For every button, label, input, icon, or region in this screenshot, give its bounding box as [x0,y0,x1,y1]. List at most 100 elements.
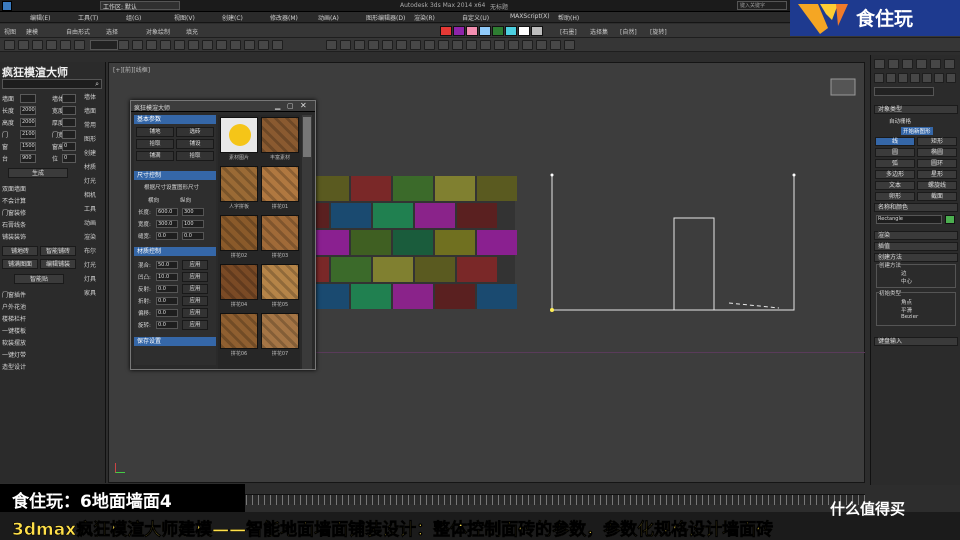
tool-button-icon[interactable] [550,40,561,50]
label-vertical[interactable]: 纵向 [180,196,191,204]
tool-button-icon[interactable] [118,40,129,50]
shape-button[interactable]: 螺旋线 [917,181,957,190]
menu-item[interactable]: 修改器(M) [270,13,298,22]
shape-button[interactable]: 矩形 [917,137,957,146]
category-icon[interactable] [874,73,884,83]
dialog-scrollbar[interactable] [302,115,312,369]
menu-item[interactable]: 动画(A) [318,13,339,22]
param-input[interactable]: 300.0 [156,220,178,228]
category-icon[interactable] [922,73,932,83]
tool-button-icon[interactable] [32,40,43,50]
tool-button-icon[interactable] [326,40,337,50]
panel-section[interactable]: 铺装装饰 [2,232,26,241]
panel-section[interactable]: 一键楼板 [2,326,26,335]
param-input[interactable]: 0.0 [156,297,178,305]
param-input[interactable] [62,106,76,115]
tool-button-icon[interactable] [522,40,533,50]
ribbon-tab[interactable]: 选择 [106,27,118,36]
thumbnail-tile[interactable] [261,166,299,202]
thumbnail-tile[interactable] [261,117,299,153]
menu-item[interactable]: 渲染(R) [414,13,435,22]
radio-option[interactable]: 角点 [901,298,912,306]
subcategory-select[interactable] [874,87,934,96]
radio-option[interactable]: Bezier [901,314,918,320]
panel-section[interactable]: 门窗装修 [2,208,26,217]
panel-section[interactable]: 户外花池 [2,302,26,311]
param-input[interactable]: 1500 [20,142,36,151]
tool-button-icon[interactable] [466,40,477,50]
menu-item[interactable]: MAXScript(X) [510,13,550,20]
rollout-header[interactable]: 渲染 [874,231,958,240]
menu-item[interactable]: 创建(C) [222,13,243,22]
tool-button-icon[interactable] [230,40,241,50]
color-swatch[interactable] [466,26,478,36]
tool-button-icon[interactable] [46,40,57,50]
tool-button-icon[interactable] [4,40,15,50]
side-nav-item[interactable]: 工具 [84,204,96,213]
color-swatch[interactable] [505,26,517,36]
menu-item[interactable]: 帮助(H) [558,13,579,22]
color-swatch[interactable] [453,26,465,36]
object-color-swatch[interactable] [945,215,955,224]
param-input[interactable]: 10.0 [156,273,178,281]
viewcube-icon[interactable] [829,77,859,97]
side-nav-item[interactable]: 图形 [84,134,96,143]
tool-button-icon[interactable] [60,40,71,50]
color-swatch[interactable] [531,26,543,36]
tool-button-icon[interactable] [146,40,157,50]
tool-button-icon[interactable] [160,40,171,50]
tool-button-icon[interactable] [494,40,505,50]
panel-section[interactable]: 双面墙面 [2,184,26,193]
ribbon-tab[interactable]: 对象绘制 [146,27,170,36]
rollout-header[interactable]: 插值 [874,242,958,251]
param-input[interactable] [20,94,36,103]
side-nav-item[interactable]: 常用 [84,120,96,129]
tool-button-icon[interactable] [340,40,351,50]
param-input[interactable]: 0.0 [156,285,178,293]
search-input[interactable]: 键入关键字 [737,1,787,10]
category-icon[interactable] [946,73,956,83]
toolbar-right-label[interactable]: [自然] [620,27,637,36]
panel-button[interactable]: 智能贴 [14,274,64,284]
param-input[interactable]: 300 [182,208,204,216]
panel-button[interactable]: 编辑铺装 [40,259,76,269]
toolbar-right-label[interactable]: [旋转] [650,27,667,36]
rollout-header[interactable]: 键盘输入 [874,337,958,346]
color-swatch[interactable] [492,26,504,36]
menu-item[interactable]: 图形编辑器(D) [366,13,405,22]
generate-button[interactable]: 生成 [8,168,68,178]
panel-tab-icon[interactable] [874,59,885,69]
menu-item[interactable]: 组(G) [126,13,141,22]
side-nav-item[interactable]: 材质 [84,162,96,171]
dialog-button[interactable]: 拾取 [176,151,214,161]
tool-button-icon[interactable] [258,40,269,50]
menu-item[interactable]: 编辑(E) [30,13,50,22]
thumbnail-tile[interactable] [220,117,258,153]
shape-button[interactable]: 截面 [917,192,957,201]
apply-button[interactable]: 应用 [182,320,208,330]
ribbon-tab[interactable]: 填充 [186,27,198,36]
tool-button-icon[interactable] [424,40,435,50]
tool-button-icon[interactable] [188,40,199,50]
tool-button-icon[interactable] [564,40,575,50]
tool-button-icon[interactable] [480,40,491,50]
dialog-titlebar[interactable]: 疯狂模渲大师 ▁ ▢ ✕ [131,101,315,112]
panel-section[interactable]: 楼梯栏杆 [2,314,26,323]
side-nav-item[interactable]: 灯光 [84,176,96,185]
param-input[interactable]: 0.0 [156,309,178,317]
rollout-header[interactable]: 名称和颜色 [874,203,958,212]
dialog-button[interactable]: 铺地 [136,127,174,137]
tool-button-icon[interactable] [202,40,213,50]
object-name-input[interactable]: Rectangle [876,215,942,224]
selection-filter-select[interactable] [90,40,118,50]
panel-tab-icon[interactable] [902,59,913,69]
param-input[interactable]: 100 [182,220,204,228]
tool-button-icon[interactable] [410,40,421,50]
shape-button[interactable]: 弧 [875,159,915,168]
side-nav-item[interactable]: 创建 [84,148,96,157]
apply-button[interactable]: 应用 [182,296,208,306]
tool-button-icon[interactable] [174,40,185,50]
plugin-search-input[interactable]: ⌕ [2,79,102,89]
shape-button[interactable]: 圆 [875,148,915,157]
apply-button[interactable]: 应用 [182,272,208,282]
